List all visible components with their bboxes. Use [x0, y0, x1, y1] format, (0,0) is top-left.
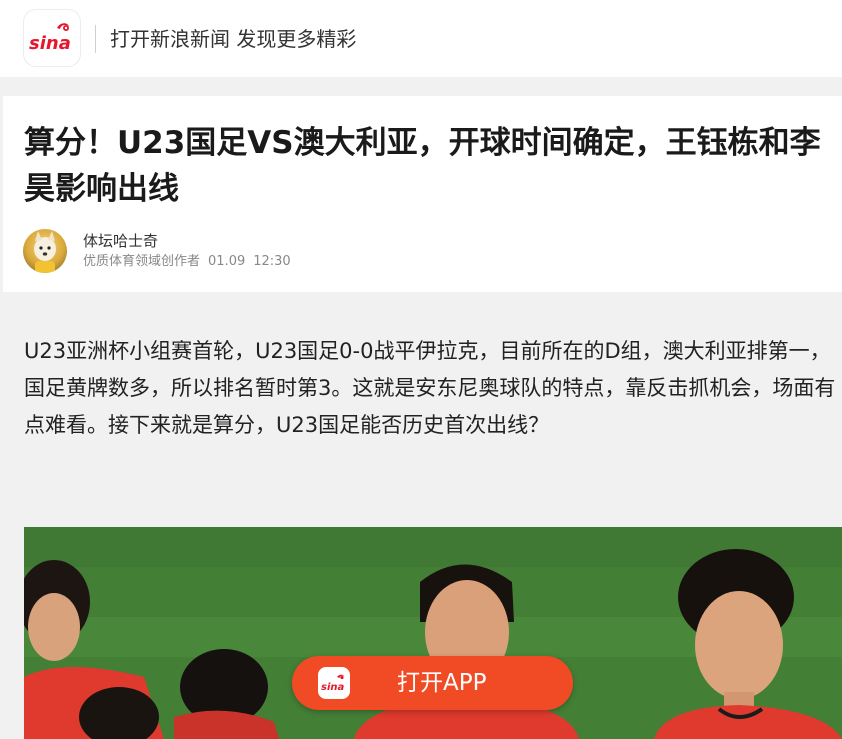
app-banner[interactable]: sina 打开新浪新闻 发现更多精彩: [0, 0, 842, 77]
publish-date: 01.09: [208, 254, 246, 269]
banner-slogan: 打开新浪新闻 发现更多精彩: [110, 27, 357, 51]
sina-logo-text: sina: [29, 33, 71, 54]
author-meta: 优质体育领域创作者 01.09 12:30: [83, 253, 299, 271]
open-app-button[interactable]: sina 打开APP: [292, 656, 573, 710]
husky-avatar-icon: [34, 231, 56, 273]
sina-logo-mark: sina: [29, 23, 71, 54]
author-name[interactable]: 体坛哈士奇: [83, 231, 158, 251]
svg-text:sina: sina: [321, 682, 344, 693]
author-role: 优质体育领域创作者: [83, 254, 201, 269]
article-header: 算分！U23国足VS澳大利亚，开球时间确定，王钰栋和李昊影响出线 体坛哈士奇 优…: [3, 96, 842, 292]
article-paragraph: U23亚洲杯小组赛首轮，U23国足0-0战平伊拉克，目前所在的D组，澳大利亚排第…: [24, 339, 836, 437]
article-title: 算分！U23国足VS澳大利亚，开球时间确定，王钰栋和李昊影响出线: [24, 125, 821, 207]
page: sina 打开新浪新闻 发现更多精彩 算分！U23国足VS澳大利亚，开球时间确定…: [0, 0, 842, 739]
sina-logo[interactable]: sina: [24, 10, 80, 66]
avatar[interactable]: [23, 229, 67, 273]
banner-divider: [95, 25, 96, 53]
open-app-label: 打开APP: [397, 670, 487, 696]
sina-app-icon: sina: [318, 667, 350, 699]
publish-time: 12:30: [253, 254, 291, 269]
